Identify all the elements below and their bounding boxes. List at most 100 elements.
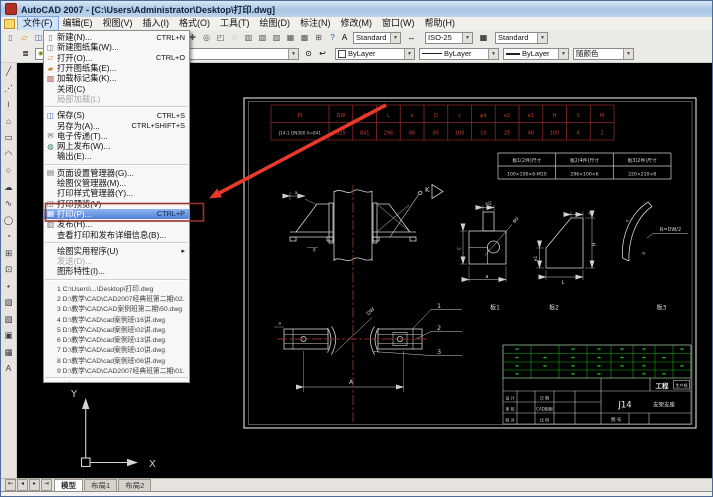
dropdown-arrow-icon[interactable]: ▾ [488, 48, 498, 59]
save-icon: ◫ [46, 110, 55, 120]
menubar-item-9[interactable]: 窗口(W) [377, 17, 420, 30]
designcenter-icon[interactable]: ▧ [256, 31, 269, 44]
dim-label: H [592, 242, 598, 246]
dropdown-arrow-icon[interactable]: ▾ [558, 48, 568, 59]
detail-plate1 [460, 205, 513, 282]
qnew-icon[interactable]: ▯ [4, 31, 17, 44]
open-icon[interactable]: ▱ [18, 31, 31, 44]
quickcalc-icon[interactable]: ⊞ [312, 31, 325, 44]
dropdown-arrow-icon[interactable]: ▾ [462, 32, 472, 43]
dropdown-arrow-icon[interactable]: ▾ [404, 48, 414, 59]
polygon-icon[interactable]: ⌂ [1, 113, 16, 130]
dropdown-arrow-icon[interactable]: ▾ [623, 48, 633, 59]
plot-preview-icon: ◱ [46, 199, 55, 209]
title-bar[interactable]: AutoCAD 2007 - [C:\Users\Administrator\D… [1, 1, 712, 17]
menubar-item-4[interactable]: 格式(O) [174, 17, 215, 30]
dropdown-arrow-icon[interactable]: ▾ [288, 48, 298, 59]
table-cell-text: φd [480, 113, 486, 119]
zoom-realtime-icon[interactable]: ◎ [200, 31, 213, 44]
dropdown-arrow-icon[interactable]: ▾ [390, 32, 400, 43]
menu-item-label: 3 D:\教学\CAD\CAD案例班第二期\50.dwg [57, 306, 183, 314]
plot-style-dropdown[interactable]: 随颜色 ▾ [573, 47, 634, 60]
menubar-item-8[interactable]: 修改(M) [336, 17, 378, 30]
dim-style-dropdown[interactable]: ISO-25 ▾ [425, 31, 473, 44]
layout-tab-模型[interactable]: 模型 [54, 479, 83, 491]
markup-manager-icon[interactable]: ▩ [298, 31, 311, 44]
drawing-code: J14 [617, 401, 631, 411]
menubar-item-6[interactable]: 绘图(D) [255, 17, 296, 30]
menubar-item-0[interactable]: 文件(F) [17, 16, 59, 31]
menubar-item-1[interactable]: 编辑(E) [58, 17, 98, 30]
menubar-item-7[interactable]: 标注(N) [295, 17, 336, 30]
table-icon[interactable]: ▦ [1, 344, 16, 361]
file-menu-recent-item[interactable]: 2 D:\教学\CAD\CAD2007经典班第二期\02.dwg [44, 293, 189, 303]
zoom-previous-icon[interactable]: ◌ [228, 31, 241, 44]
command-line[interactable] [1, 491, 712, 496]
menubar-item-3[interactable]: 插入(I) [138, 17, 175, 30]
zoom-window-icon[interactable]: ◰ [214, 31, 227, 44]
linetype-dropdown[interactable]: ByLayer ▾ [419, 47, 499, 60]
construction-line-icon[interactable]: ⋰ [1, 80, 16, 97]
draw-toolbar: ╱ ⋰ ≀ ⌂ ▭ ◠ ○ ☁ ∿ ◯ ◔ ⊞ ⊡ • ▨ ▧ ▣ ▦ A [1, 63, 17, 478]
revision-cloud-icon[interactable]: ☁ [1, 179, 16, 196]
file-menu-recent-item[interactable]: 3 D:\教学\CAD\CAD案例班第二期\50.dwg [44, 303, 189, 313]
file-menu-recent-item[interactable]: 5 D:\教学\CAD\cad案例班\02讲.dwg [44, 324, 189, 334]
layout-tab-布局2[interactable]: 布局2 [118, 479, 152, 491]
arc-icon[interactable]: ◠ [1, 146, 16, 163]
polyline-icon[interactable]: ≀ [1, 96, 16, 113]
tool-palettes-icon[interactable]: ▨ [270, 31, 283, 44]
ellipse-arc-icon[interactable]: ◔ [1, 228, 16, 245]
menubar-item-5[interactable]: 工具(T) [215, 17, 255, 30]
print-icon: ▦ [46, 209, 55, 219]
hatch-icon[interactable]: ▨ [1, 294, 16, 311]
text-style-dropdown[interactable]: Standard ▾ [353, 31, 401, 44]
next-tab-icon[interactable]: ▸ [29, 479, 40, 491]
table-cell-text: 100×100×6-M10 [507, 171, 547, 177]
properties-icon[interactable]: ▥ [242, 31, 255, 44]
color-dropdown[interactable]: ByLayer ▾ [335, 47, 415, 60]
mtext-icon[interactable]: A [1, 360, 16, 377]
file-menu-recent-item[interactable]: 1 C:\Users\...\Desktop\打印.dwg [44, 283, 189, 293]
file-menu-recent-item[interactable]: 8 D:\教学\CAD\cad案例班\06讲.dwg [44, 355, 189, 365]
prev-tab-icon[interactable]: ◂ [17, 479, 28, 491]
file-menu-recent-item[interactable]: 7 D:\教学\CAD\cad案例班\10讲.dwg [44, 344, 189, 354]
file-menu-item[interactable]: 查看打印和发布详细信息(B)... [44, 229, 189, 240]
file-menu-recent-item[interactable]: 9 D:\教学\CAD\CAD2007经典班第二期\01.dwg [44, 365, 189, 375]
autocad-window: AutoCAD 2007 - [C:\Users\Administrator\D… [0, 0, 713, 497]
spline-icon[interactable]: ∿ [1, 195, 16, 212]
file-menu-item[interactable]: 退出(X) CTRL+Q [44, 381, 189, 382]
make-block-icon[interactable]: ⊡ [1, 261, 16, 278]
menu-item-shortcut: CTRL+O [156, 53, 185, 63]
make-layer-current-icon[interactable]: ⊙ [302, 47, 315, 60]
sheetset-manager-icon[interactable]: ▦ [284, 31, 297, 44]
dropdown-arrow-icon[interactable]: ▾ [537, 32, 547, 43]
parameter-table: 料 DW A Ls Dc φd e2 e1 Hδ M J14-1 DN300 A=841 325 841… [270, 104, 615, 141]
menubar-item-2[interactable]: 视图(V) [98, 17, 138, 30]
insert-block-icon[interactable]: ⊞ [1, 245, 16, 262]
menu-item-shortcut: CTRL+P [156, 209, 185, 219]
first-tab-icon[interactable]: ⇤ [5, 479, 16, 491]
layer-properties-icon[interactable]: ≣ [19, 47, 32, 60]
rectangle-icon[interactable]: ▭ [1, 129, 16, 146]
menubar-item-10[interactable]: 帮助(H) [420, 17, 461, 30]
ellipse-icon[interactable]: ◯ [1, 212, 16, 229]
point-icon[interactable]: • [1, 278, 16, 295]
line-icon[interactable]: ╱ [1, 63, 16, 80]
region-icon[interactable]: ▣ [1, 327, 16, 344]
layout-tab-布局1[interactable]: 布局1 [84, 479, 118, 491]
file-menu-item[interactable]: 输出(E)... [44, 151, 189, 161]
file-menu-item[interactable]: 图形特性(I)... [44, 266, 189, 276]
table-style-dropdown[interactable]: Standard ▾ [495, 31, 548, 44]
menu-item-label: 5 D:\教学\CAD\cad案例班\02讲.dwg [57, 326, 166, 334]
lineweight-dropdown[interactable]: ByLayer ▾ [503, 47, 569, 60]
file-menu-recent-item[interactable]: 6 D:\教学\CAD\cad案例班\13讲.dwg [44, 334, 189, 344]
dim-label: s [624, 218, 629, 223]
revision-mark [571, 348, 575, 350]
lineweight-preview-icon [506, 52, 520, 55]
gradient-icon[interactable]: ▧ [1, 311, 16, 328]
last-tab-icon[interactable]: ⇥ [41, 479, 52, 491]
menu-bar: 文件(F) 编辑(E) 视图(V) 插入(I) 格式(O) 工具(T) 绘图(D) 标注(N)… [1, 16, 712, 31]
circle-icon[interactable]: ○ [1, 162, 16, 179]
file-menu-recent-item[interactable]: 4 D:\教学\CAD\cad案例班\16讲.dwg [44, 313, 189, 324]
layer-previous-icon[interactable]: ↩ [316, 47, 329, 60]
